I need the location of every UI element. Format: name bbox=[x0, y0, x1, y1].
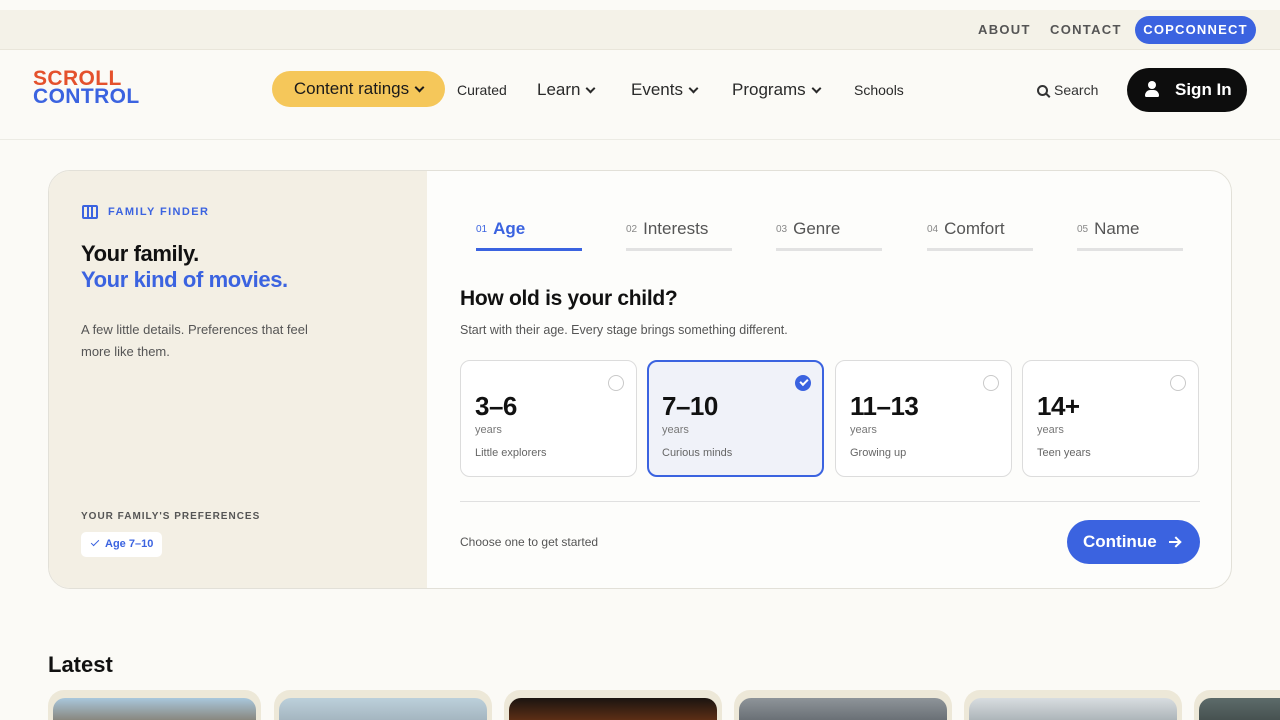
nav-learn-label: Learn bbox=[537, 80, 581, 99]
sign-in-label: Sign In bbox=[1175, 80, 1232, 99]
check-icon bbox=[90, 537, 100, 547]
latest-heading: Latest bbox=[48, 652, 113, 677]
question-subtitle: Start with their age. Every stage brings… bbox=[460, 323, 788, 337]
latest-card[interactable] bbox=[734, 690, 952, 720]
step-label: Genre bbox=[793, 219, 841, 238]
latest-card-image bbox=[279, 698, 487, 720]
latest-card-image bbox=[509, 698, 717, 720]
preferences-label: YOUR FAMILY'S PREFERENCES bbox=[81, 511, 261, 522]
latest-card[interactable] bbox=[48, 690, 261, 720]
nav-events-label: Events bbox=[631, 80, 683, 99]
utility-bar: ABOUT CONTACT COPCONNECT bbox=[0, 10, 1280, 50]
check-circle-icon bbox=[795, 375, 811, 391]
step-number: 03 bbox=[776, 224, 788, 235]
step-label: Name bbox=[1094, 219, 1140, 238]
age-range: 11–13 bbox=[850, 391, 919, 421]
latest-card[interactable] bbox=[274, 690, 492, 720]
age-description: Little explorers bbox=[475, 447, 547, 459]
latest-card-image bbox=[739, 698, 947, 720]
step-label: Interests bbox=[643, 219, 709, 238]
step-number: 04 bbox=[927, 224, 939, 235]
tab-name[interactable]: 05 Name bbox=[1077, 219, 1183, 251]
age-option-14-plus[interactable]: 14+ years Teen years bbox=[1022, 360, 1199, 477]
about-link[interactable]: ABOUT bbox=[978, 22, 1031, 37]
logo-line-2: CONTROL bbox=[33, 85, 140, 108]
step-number: 01 bbox=[476, 224, 488, 235]
age-option-11-13[interactable]: 11–13 years Growing up bbox=[835, 360, 1012, 477]
arrow-right-icon bbox=[1169, 541, 1180, 543]
age-description: Curious minds bbox=[662, 447, 733, 459]
film-icon bbox=[82, 205, 98, 219]
age-unit: years bbox=[850, 424, 877, 436]
finder-intro-panel: FAMILY FINDER Your family. Your kind of … bbox=[49, 171, 427, 588]
radio-icon bbox=[1170, 375, 1186, 391]
latest-card[interactable] bbox=[964, 690, 1182, 720]
preference-chip-label: Age 7–10 bbox=[105, 538, 154, 550]
age-range: 3–6 bbox=[475, 391, 517, 421]
step-label: Comfort bbox=[944, 219, 1005, 238]
step-label: Age bbox=[493, 219, 526, 238]
search-button[interactable]: Search bbox=[1037, 82, 1098, 98]
nav-events[interactable]: Events bbox=[631, 80, 699, 100]
tab-age[interactable]: 01 Age bbox=[476, 219, 582, 251]
family-finder-card: FAMILY FINDER Your family. Your kind of … bbox=[48, 170, 1232, 589]
age-description: Growing up bbox=[850, 447, 907, 459]
search-label: Search bbox=[1054, 82, 1099, 98]
sign-in-button[interactable]: Sign In bbox=[1127, 68, 1247, 112]
nav-content-ratings-label: Content ratings bbox=[293, 79, 410, 98]
divider bbox=[460, 501, 1200, 502]
latest-card[interactable] bbox=[504, 690, 722, 720]
age-unit: years bbox=[662, 424, 689, 436]
chevron-down-icon bbox=[811, 83, 822, 94]
chevron-down-icon bbox=[414, 82, 425, 93]
finder-label: FAMILY FINDER bbox=[108, 206, 210, 218]
selection-hint: Choose one to get started bbox=[460, 535, 599, 549]
search-icon bbox=[1037, 85, 1048, 96]
age-range: 14+ bbox=[1037, 391, 1080, 421]
step-number: 02 bbox=[626, 224, 638, 235]
radio-icon bbox=[983, 375, 999, 391]
continue-label: Continue bbox=[1083, 532, 1157, 551]
finder-headline-2: Your kind of movies. bbox=[81, 267, 288, 292]
finder-headline-1: Your family. bbox=[81, 241, 199, 266]
age-option-3-6[interactable]: 3–6 years Little explorers bbox=[460, 360, 637, 477]
copconnect-button[interactable]: COPCONNECT bbox=[1135, 16, 1256, 44]
chevron-down-icon bbox=[586, 83, 596, 94]
finder-lead: A few little details. Preferences that f… bbox=[81, 322, 308, 359]
nav-learn[interactable]: Learn bbox=[537, 80, 596, 100]
latest-card-image bbox=[969, 698, 1177, 720]
age-option-7-10[interactable]: 7–10 years Curious minds bbox=[647, 360, 824, 477]
contact-link[interactable]: CONTACT bbox=[1050, 22, 1122, 37]
preference-chip: Age 7–10 bbox=[81, 532, 163, 557]
age-range: 7–10 bbox=[662, 391, 718, 421]
question-title: How old is your child? bbox=[460, 287, 678, 310]
tab-interests[interactable]: 02 Interests bbox=[626, 219, 732, 251]
age-unit: years bbox=[475, 424, 502, 436]
radio-icon bbox=[608, 375, 624, 391]
nav-programs[interactable]: Programs bbox=[732, 80, 822, 100]
nav-programs-label: Programs bbox=[732, 80, 806, 99]
nav-curated[interactable]: Curated bbox=[457, 82, 507, 98]
latest-card[interactable] bbox=[1194, 690, 1280, 720]
nav-schools[interactable]: Schools bbox=[854, 82, 904, 98]
latest-card-image bbox=[53, 698, 256, 720]
continue-button[interactable]: Continue bbox=[1067, 520, 1200, 564]
tab-genre[interactable]: 03 Genre bbox=[776, 219, 882, 251]
age-unit: years bbox=[1037, 424, 1064, 436]
nav-content-ratings[interactable]: Content ratings bbox=[272, 71, 445, 107]
age-description: Teen years bbox=[1037, 447, 1091, 459]
tab-comfort[interactable]: 04 Comfort bbox=[927, 219, 1033, 251]
latest-card-image bbox=[1199, 698, 1280, 720]
site-logo[interactable]: SCROLL CONTROL bbox=[33, 68, 140, 108]
main-header: SCROLL CONTROL Content ratings Curated L… bbox=[0, 50, 1280, 140]
step-number: 05 bbox=[1077, 224, 1089, 235]
user-icon bbox=[1145, 81, 1159, 97]
chevron-down-icon bbox=[688, 83, 699, 94]
